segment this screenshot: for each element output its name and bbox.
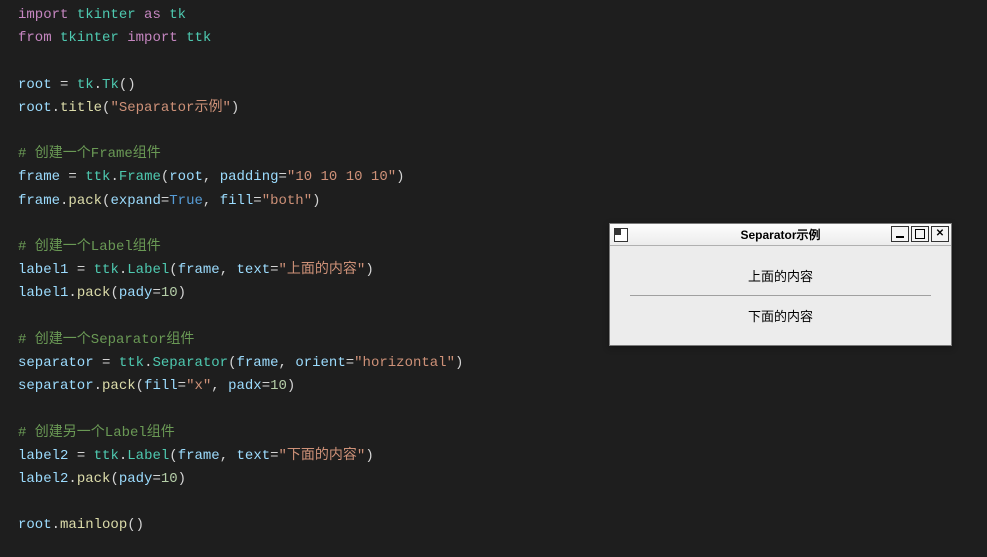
code-line: label1 = ttk.Label(frame, text="上面的内容"): [18, 262, 374, 278]
label-bottom: 下面的内容: [620, 296, 941, 335]
code-line: label1.pack(pady=10): [18, 285, 186, 301]
code-line: root = tk.Tk(): [18, 77, 136, 93]
code-line: # 创建一个Separator组件: [18, 332, 194, 348]
code-line: label2 = ttk.Label(frame, text="下面的内容"): [18, 448, 374, 464]
window-controls: ✕: [891, 226, 949, 242]
code-line: from tkinter import ttk: [18, 30, 211, 46]
app-icon: [614, 228, 628, 242]
titlebar[interactable]: Separator示例 ✕: [610, 224, 951, 246]
tkinter-window[interactable]: Separator示例 ✕ 上面的内容 下面的内容: [609, 223, 952, 346]
code-line: separator = ttk.Separator(frame, orient=…: [18, 355, 463, 371]
close-button[interactable]: ✕: [931, 226, 949, 242]
code-line: # 创建一个Frame组件: [18, 146, 161, 162]
code-line: root.title("Separator示例"): [18, 100, 239, 116]
label-top: 上面的内容: [620, 256, 941, 295]
code-line: label2.pack(pady=10): [18, 471, 186, 487]
code-line: # 创建一个Label组件: [18, 239, 161, 255]
code-line: separator.pack(fill="x", padx=10): [18, 378, 295, 394]
window-body: 上面的内容 下面的内容: [610, 246, 951, 345]
minimize-button[interactable]: [891, 226, 909, 242]
code-line: root.mainloop(): [18, 517, 144, 533]
code-line: import tkinter as tk: [18, 7, 186, 23]
code-line: # 创建另一个Label组件: [18, 425, 175, 441]
code-line: frame = ttk.Frame(root, padding="10 10 1…: [18, 169, 405, 185]
maximize-button[interactable]: [911, 226, 929, 242]
code-line: frame.pack(expand=True, fill="both"): [18, 193, 321, 209]
